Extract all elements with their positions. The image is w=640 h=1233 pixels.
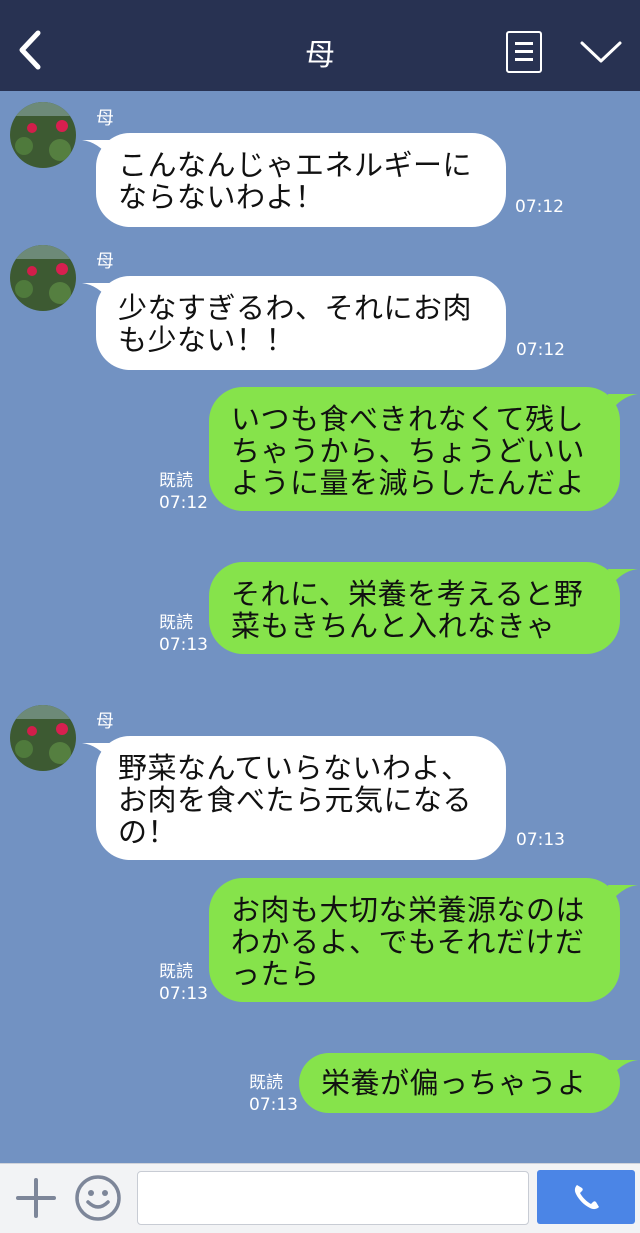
message-bubble[interactable]: それに、栄養を考えると野 菜もきちんと入れなきゃ (209, 562, 620, 654)
avatar[interactable] (10, 705, 76, 771)
read-receipt: 既読 07:13 (159, 613, 208, 655)
bubble-tail (608, 1060, 638, 1078)
message-line: お肉も大切な栄養源なのは (231, 893, 586, 927)
chat-title: 母 (305, 38, 335, 73)
message-time: 07:12 (516, 340, 565, 360)
message-line: も少ない！！ (118, 323, 296, 357)
chevron-down-icon (580, 41, 622, 63)
message-line: ったら (231, 957, 320, 991)
message-line: お肉を食べたら元気になる (118, 783, 473, 817)
message-bubble[interactable]: お肉も大切な栄養源なのは わかるよ、でもそれだけだ ったら (209, 878, 620, 1002)
message-line: わかるよ、でもそれだけだ (231, 925, 585, 959)
smile-icon[interactable] (74, 1174, 122, 1222)
phone-icon (574, 1185, 599, 1210)
bubble-tail (608, 885, 638, 903)
message-line: ならないわよ！ (118, 180, 325, 214)
bubble-tail (608, 569, 638, 587)
message-line: いつも食べきれなくて残し (231, 402, 585, 436)
message-line: 菜もきちんと入れなきゃ (231, 609, 556, 643)
message-bubble[interactable]: こんなんじゃエネルギーに ならないわよ！ (96, 133, 506, 227)
read-receipt: 既読 07:13 (249, 1073, 298, 1115)
message-input[interactable] (137, 1171, 529, 1225)
message-time: 07:13 (516, 830, 565, 850)
avatar[interactable] (10, 102, 76, 168)
chat-header: 母 (0, 0, 640, 91)
message-bubble[interactable]: いつも食べきれなくて残し ちゃうから、ちょうどいい ように量を減らしたんだよ (209, 387, 620, 511)
message-bubble[interactable]: 野菜なんていらないわよ、 お肉を食べたら元気になる の！ (96, 736, 506, 860)
plus-icon[interactable] (14, 1176, 58, 1220)
collapse-button[interactable] (578, 38, 624, 66)
message-bubble[interactable]: 少なすぎるわ、それにお肉 も少ない！！ (96, 276, 506, 370)
message-line: 少なすぎるわ、それにお肉 (118, 291, 473, 325)
sender-name: 母 (96, 251, 114, 272)
message-line: こんなんじゃエネルギーに (118, 148, 473, 182)
sender-name: 母 (96, 108, 114, 129)
message-line: ちゃうから、ちょうどいい (231, 434, 586, 468)
composer-bar (0, 1163, 640, 1233)
message-time: 07:12 (515, 197, 564, 217)
read-receipt: 既読 07:13 (159, 962, 208, 1004)
menu-button[interactable] (506, 31, 542, 73)
message-bubble[interactable]: 栄養が偏っちゃうよ (299, 1053, 620, 1113)
call-button[interactable] (537, 1170, 635, 1224)
message-line: ように量を減らしたんだよ (231, 466, 586, 500)
message-line: の！ (118, 815, 178, 849)
read-receipt: 既読 07:12 (159, 471, 208, 513)
sender-name: 母 (96, 711, 114, 732)
message-line: それに、栄養を考えると野 (231, 577, 584, 611)
bubble-tail (608, 394, 638, 412)
message-line: 野菜なんていらないわよ、 (118, 751, 471, 785)
message-line: 栄養が偏っちゃうよ (321, 1066, 587, 1100)
avatar[interactable] (10, 245, 76, 311)
